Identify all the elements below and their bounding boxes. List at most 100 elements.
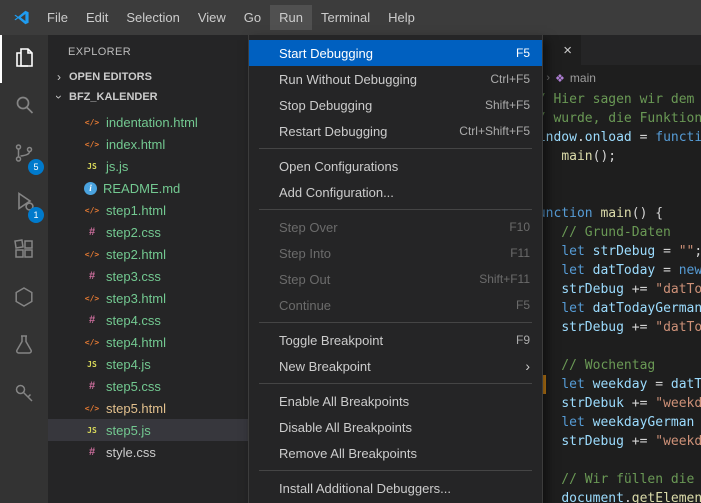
menubar-item-selection[interactable]: Selection — [117, 5, 188, 30]
activity-item-testing[interactable] — [0, 323, 48, 371]
menubar-item-go[interactable]: Go — [235, 5, 270, 30]
code-line[interactable]: let weekday = datToday. — [530, 375, 701, 394]
explorer-sidebar: EXPLORER › OPEN EDITORS › BFZ_KALENDER <… — [48, 35, 248, 503]
file-item-indentation-html[interactable]: </> indentation.html — [48, 111, 248, 133]
activity-item-source-control[interactable]: 5 — [0, 131, 48, 179]
activity-item-remote[interactable] — [0, 275, 48, 323]
file-list: </> indentation.html </> index.html JS js.js i… — [48, 111, 248, 463]
code-line[interactable]: }; — [530, 166, 701, 185]
activity-item-extensions[interactable] — [0, 227, 48, 275]
menu-item-restart-debugging[interactable]: Restart Debugging Ctrl+Shift+F5 — [249, 118, 542, 144]
code-line[interactable]: strDebug += "datToday: " — [530, 280, 701, 299]
code-line[interactable]: strDebug += "datTodayGerman" — [530, 318, 701, 337]
menu-item-label: Stop Debugging — [279, 97, 373, 113]
code-token: weekdayGerman — [592, 415, 695, 430]
menu-item-enable-all-breakpoints[interactable]: Enable All Breakpoints — [249, 388, 542, 414]
code-line[interactable]: let datTodayGerman = — [530, 299, 701, 318]
activity-item-search[interactable] — [0, 83, 48, 131]
menu-item-label: Restart Debugging — [279, 123, 388, 139]
menu-item-shortcut: Shift+F11 — [479, 272, 530, 286]
file-item-step3-html[interactable]: </> step3.html — [48, 287, 248, 309]
code-token: . — [576, 130, 585, 145]
menu-item-run-without-debugging[interactable]: Run Without Debugging Ctrl+F5 — [249, 66, 542, 92]
code-line[interactable]: // Wir füllen die Seite aus — [530, 470, 701, 489]
file-item-step2-html[interactable]: </> step2.html — [48, 243, 248, 265]
code-line[interactable] — [530, 337, 701, 356]
html-file-icon: </> — [84, 249, 100, 259]
file-item-step4-js[interactable]: JS step4.js — [48, 353, 248, 375]
file-item-step5-html[interactable]: </> step5.html — [48, 397, 248, 419]
code-line[interactable]: // Grund-Daten — [530, 223, 701, 242]
code-line[interactable]: window.onload = function () { — [530, 128, 701, 147]
close-icon[interactable]: × — [563, 43, 572, 58]
file-item-step2-css[interactable]: # step2.css — [48, 221, 248, 243]
menubar-item-view[interactable]: View — [189, 5, 235, 30]
menu-item-disable-all-breakpoints[interactable]: Disable All Breakpoints — [249, 414, 542, 440]
menu-item-stop-debugging[interactable]: Stop Debugging Shift+F5 — [249, 92, 542, 118]
file-item-step1-html[interactable]: </> step1.html — [48, 199, 248, 221]
code-token: // Grund-Daten — [530, 225, 671, 240]
activity-item-keys[interactable] — [0, 371, 48, 419]
menu-item-shortcut: Ctrl+F5 — [490, 72, 530, 86]
menu-item-toggle-breakpoint[interactable]: Toggle Breakpoint F9 — [249, 327, 542, 353]
menu-item-install-additional-debuggers[interactable]: Install Additional Debuggers... — [249, 475, 542, 501]
section-label: BFZ_KALENDER — [69, 91, 158, 103]
symbol-method-icon: ❖ — [555, 72, 565, 85]
code-token: strDebug — [561, 434, 624, 449]
menubar-item-run[interactable]: Run — [270, 5, 312, 30]
code-token: let — [561, 244, 585, 259]
code-token: += — [623, 396, 656, 411]
file-item-step5-css[interactable]: # step5.css — [48, 375, 248, 397]
code-token: onload — [584, 130, 632, 145]
code-token: "datToday: " — [655, 282, 701, 297]
code-line[interactable]: main(); — [530, 147, 701, 166]
menu-item-start-debugging[interactable]: Start Debugging F5 — [249, 40, 542, 66]
open-editors-section[interactable]: › OPEN EDITORS — [48, 67, 248, 87]
code-line[interactable]: strDebuk += "weekday: " — [530, 394, 701, 413]
file-item-js-js[interactable]: JS js.js — [48, 155, 248, 177]
badge: 5 — [28, 159, 44, 175]
file-item-step4-css[interactable]: # step4.css — [48, 309, 248, 331]
code-line[interactable]: function main() { — [530, 204, 701, 223]
code-token: let — [561, 301, 585, 316]
chevron-right-icon: › — [546, 72, 551, 84]
code-line[interactable] — [530, 451, 701, 470]
menu-item-add-configuration[interactable]: Add Configuration... — [249, 179, 542, 205]
file-item-step5-js[interactable]: JS step5.js — [48, 419, 248, 441]
file-name: step5.css — [106, 378, 161, 394]
activity-item-explorer[interactable] — [0, 35, 48, 83]
code-line[interactable]: document.getElementById( — [530, 489, 701, 503]
code-line[interactable]: let datToday = new Date(); — [530, 261, 701, 280]
code-token: "" — [678, 244, 695, 259]
code-line[interactable]: // Hier sagen wir dem Browser, dass — [530, 90, 701, 109]
menu-item-remove-all-breakpoints[interactable]: Remove All Breakpoints — [249, 440, 542, 466]
file-item-index-html[interactable]: </> index.html — [48, 133, 248, 155]
breadcrumb-symbol[interactable]: main — [570, 71, 596, 85]
menubar-item-edit[interactable]: Edit — [77, 5, 117, 30]
file-name: indentation.html — [106, 114, 198, 130]
code-line[interactable]: let strDebug = ""; — [530, 242, 701, 261]
menubar-item-terminal[interactable]: Terminal — [312, 5, 379, 30]
code-line[interactable]: // Wochentag — [530, 356, 701, 375]
file-item-readme-md[interactable]: i README.md — [48, 177, 248, 199]
activity-item-run-and-debug[interactable]: 1 — [0, 179, 48, 227]
menubar-item-file[interactable]: File — [38, 5, 77, 30]
file-item-style-css[interactable]: # style.css — [48, 441, 248, 463]
css-file-icon: # — [88, 380, 96, 392]
menubar-item-help[interactable]: Help — [379, 5, 424, 30]
menu-item-open-configurations[interactable]: Open Configurations — [249, 153, 542, 179]
code-line[interactable]: strDebug += "weekdayGerman" — [530, 432, 701, 451]
code-line[interactable]: let weekdayGerman = — [530, 413, 701, 432]
search-icon — [12, 93, 36, 122]
menu-item-shortcut: F11 — [510, 246, 530, 260]
menu-item-label: New Breakpoint — [279, 358, 371, 374]
menu-item-new-breakpoint[interactable]: New Breakpoint › — [249, 353, 542, 379]
menu-item-shortcut: Ctrl+Shift+F5 — [459, 124, 530, 138]
folder-section[interactable]: › BFZ_KALENDER — [48, 87, 248, 107]
code-line[interactable]: // wurde, die Funktion main() aufgerufen — [530, 109, 701, 128]
code-line[interactable] — [530, 185, 701, 204]
file-item-step3-css[interactable]: # step3.css — [48, 265, 248, 287]
code-editor[interactable]: // Hier sagen wir dem Browser, dass // wu… — [530, 90, 701, 503]
file-item-step4-html[interactable]: </> step4.html — [48, 331, 248, 353]
menu-item-label: Step Into — [279, 245, 332, 261]
